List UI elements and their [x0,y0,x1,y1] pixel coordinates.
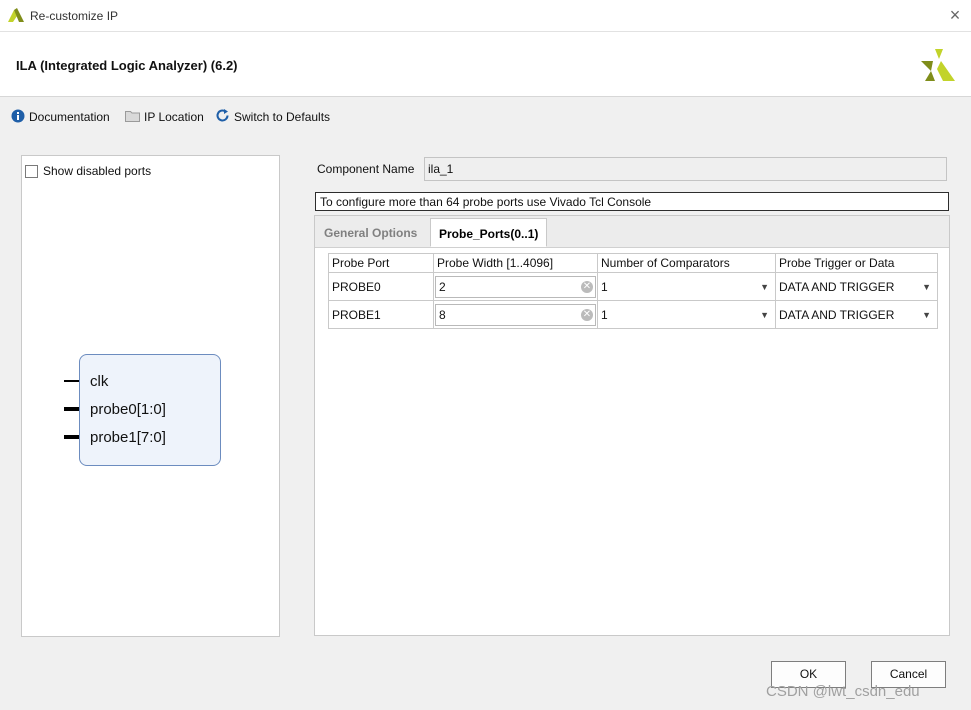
component-name-label: Component Name [317,162,415,176]
comparators-cell: 1 ▼ [597,272,776,301]
component-name-field[interactable]: ila_1 [424,157,947,181]
trigger-value: DATA AND TRIGGER [779,307,895,322]
trigger-dropdown[interactable]: DATA AND TRIGGER ▼ [776,304,937,326]
trigger-cell: DATA AND TRIGGER ▼ [775,300,938,329]
probe1-pin-line [64,435,79,439]
table-row: PROBE0 2 ✕ 1 ▼ DATA AND TRIGGER ▼ [328,272,938,301]
watermark: CSDN @lwt_csdn_edu [766,683,920,700]
vivado-app-icon [8,8,24,25]
col-header-probe-port: Probe Port [328,253,434,273]
trigger-dropdown[interactable]: DATA AND TRIGGER ▼ [776,276,937,298]
trigger-cell: DATA AND TRIGGER ▼ [775,272,938,301]
pin-label-probe0: probe0[1:0] [90,401,166,418]
probe-width-cell: 2 ✕ [433,272,598,301]
table-header-row: Probe Port Probe Width [1..4096] Number … [328,253,938,273]
show-disabled-ports-checkbox[interactable] [25,164,38,178]
ip-title: ILA (Integrated Logic Analyzer) (6.2) [16,58,238,73]
probe-width-input[interactable]: 8 ✕ [435,303,596,326]
chevron-down-icon: ▼ [760,281,769,292]
chevron-down-icon: ▼ [760,309,769,320]
clear-icon[interactable]: ✕ [581,308,593,321]
refresh-icon [215,108,230,126]
show-disabled-ports[interactable]: Show disabled ports [25,164,151,178]
close-icon[interactable]: × [944,4,966,26]
folder-icon [125,109,140,125]
probe-port-cell: PROBE1 [328,300,434,329]
documentation-label: Documentation [29,110,110,124]
chevron-down-icon: ▼ [922,281,931,292]
tab-probe-ports[interactable]: Probe_Ports(0..1) [430,218,548,247]
comparators-dropdown[interactable]: 1 ▼ [598,276,775,298]
comparators-cell: 1 ▼ [597,300,776,329]
clk-pin-line [64,380,79,382]
probe0-pin-line [64,407,79,411]
col-header-probe-width: Probe Width [1..4096] [433,253,598,273]
table-row: PROBE1 8 ✕ 1 ▼ DATA AND TRIGGER ▼ [328,300,938,329]
ip-location-button[interactable]: IP Location [125,109,204,125]
clear-icon[interactable]: ✕ [581,280,593,293]
switch-to-defaults-button[interactable]: Switch to Defaults [215,109,330,125]
probe-width-input[interactable]: 2 ✕ [435,275,596,298]
trigger-value: DATA AND TRIGGER [779,279,895,294]
comparators-value: 1 [601,307,608,322]
probe-ports-table: Probe Port Probe Width [1..4096] Number … [328,253,938,329]
pin-label-probe1: probe1[7:0] [90,429,166,446]
tab-general-options[interactable]: General Options [316,218,425,247]
col-header-comparators: Number of Comparators [597,253,776,273]
documentation-button[interactable]: Documentation [11,109,110,125]
probe-port-cell: PROBE0 [328,272,434,301]
probe-width-value: 2 [439,279,446,294]
probe-width-value: 8 [439,307,446,322]
probe-info-message: To configure more than 64 probe ports us… [315,192,949,211]
pin-label-clk: clk [90,373,109,390]
probe-width-cell: 8 ✕ [433,300,598,329]
switch-to-defaults-label: Switch to Defaults [234,110,331,124]
col-header-trigger: Probe Trigger or Data [775,253,938,273]
xilinx-logo [921,49,955,84]
info-icon [11,109,25,126]
show-disabled-ports-label: Show disabled ports [43,164,152,178]
ip-location-label: IP Location [144,110,204,124]
title-bar [0,0,971,32]
comparators-dropdown[interactable]: 1 ▼ [598,304,775,326]
window-title: Re-customize IP [30,9,119,23]
chevron-down-icon: ▼ [922,309,931,320]
comparators-value: 1 [601,279,608,294]
